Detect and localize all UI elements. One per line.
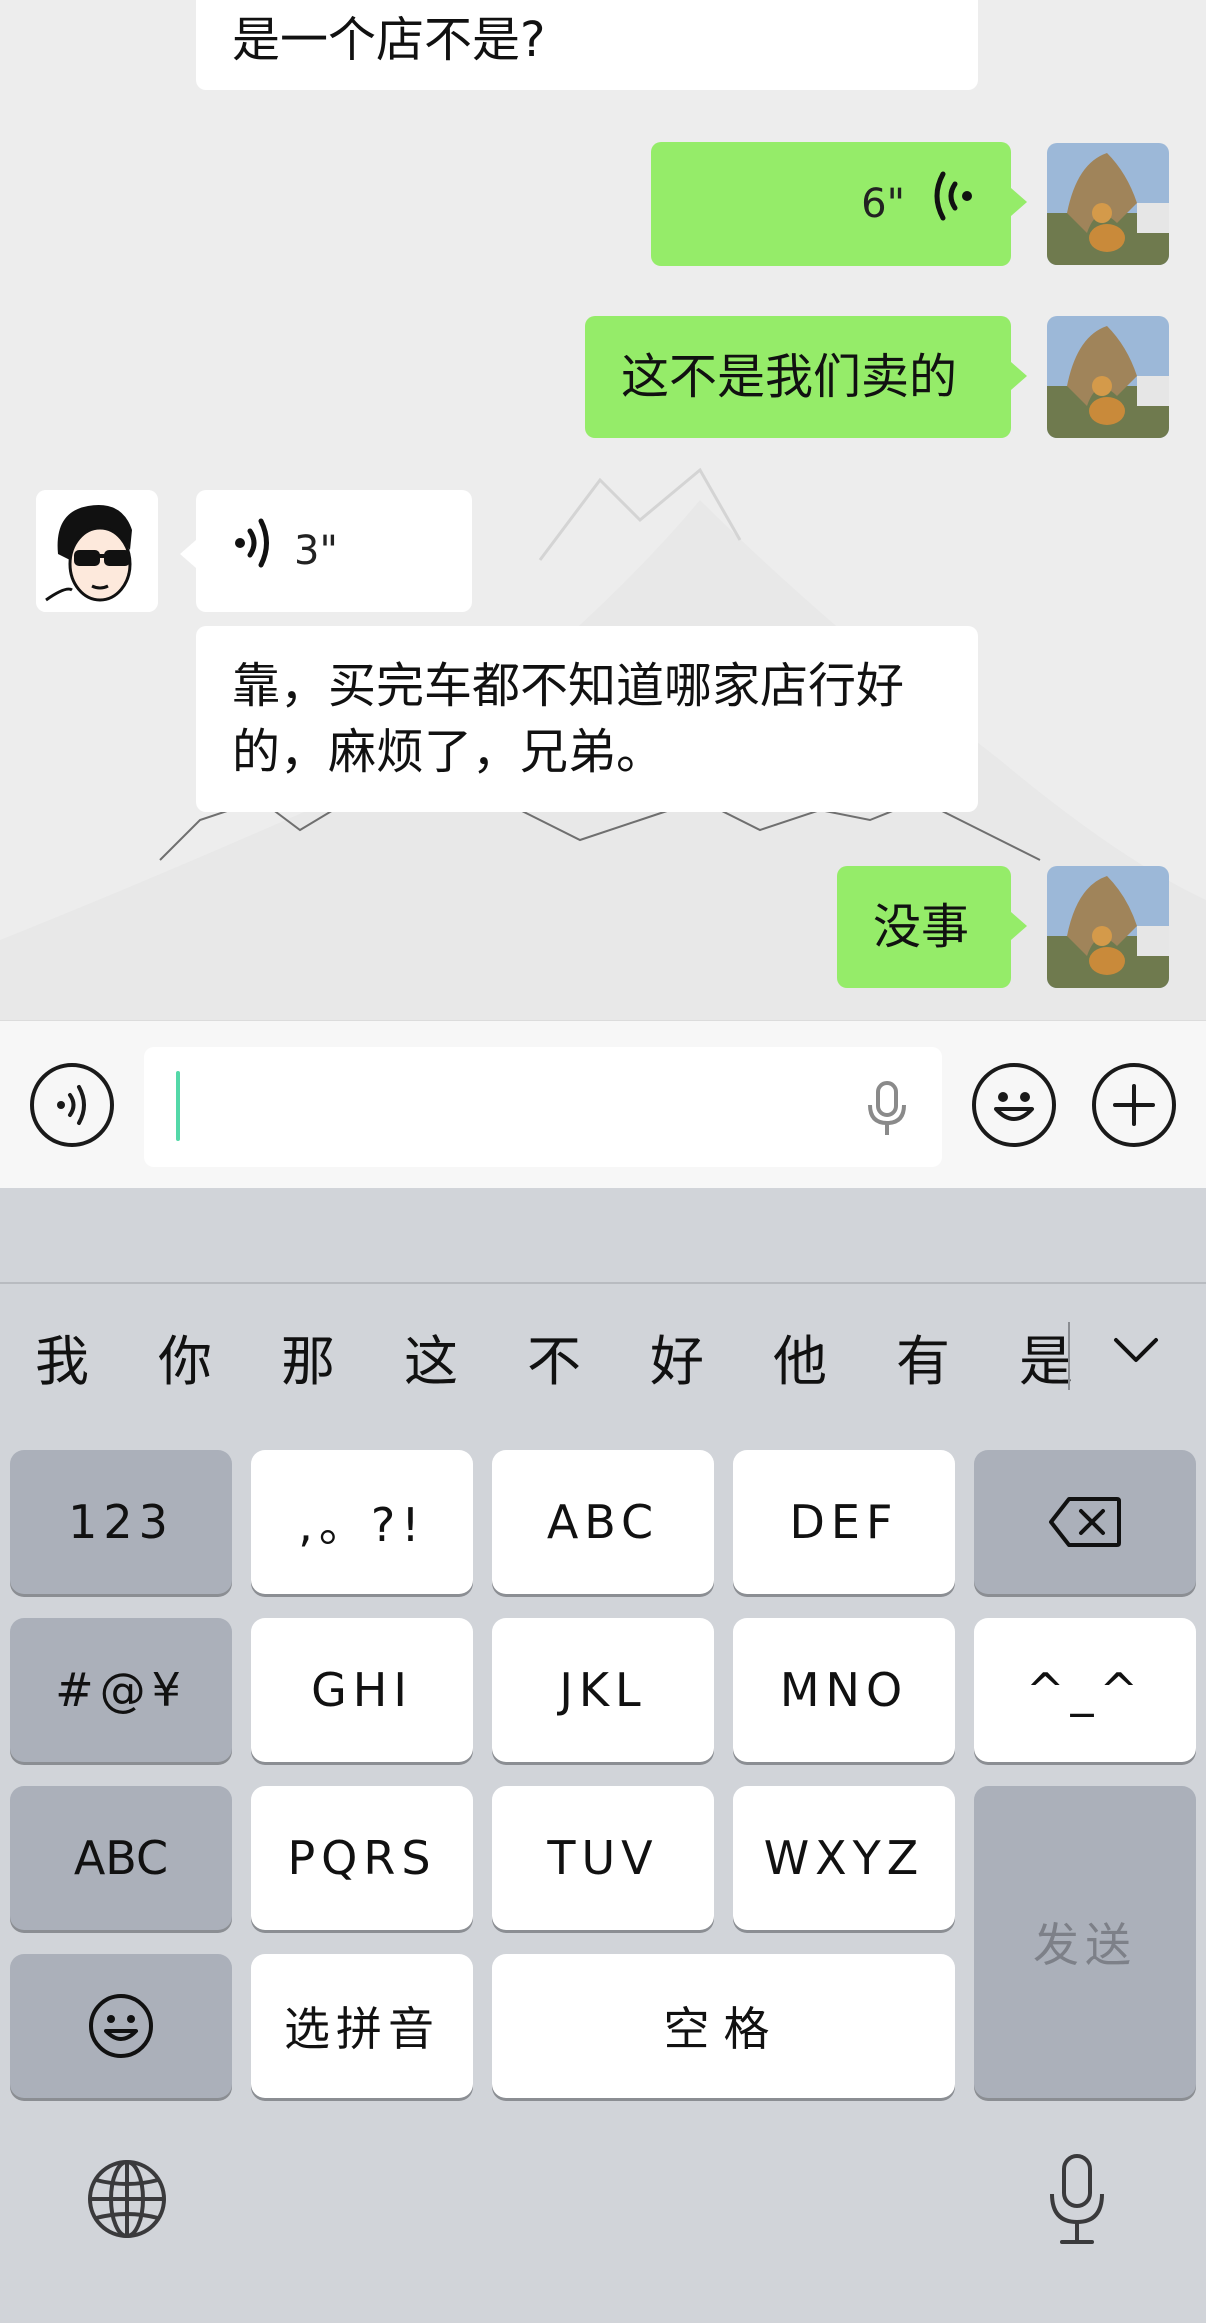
keyboard: 我 你 那 这 不 好 他 有 是 123 ,。?! ABC DEF #@¥ G… [0, 1188, 1206, 2323]
key-tuv[interactable]: TUV [492, 1786, 714, 1930]
message-text: 没事 [873, 899, 970, 955]
key-label: 123 [68, 1495, 174, 1549]
message-bubble-incoming[interactable]: 靠，买完车都不知道哪家店行好 的，麻烦了，兄弟。 [196, 626, 978, 812]
key-label: 选拼音 [284, 2002, 440, 2056]
candidate-word[interactable]: 好 [627, 1286, 727, 1426]
key-emoji[interactable] [10, 1954, 232, 2098]
key-label: 空格 [663, 2002, 784, 2056]
message-bubble-outgoing[interactable]: 没事 [837, 866, 1027, 988]
key-ghi[interactable]: GHI [251, 1618, 473, 1762]
voice-message-incoming[interactable]: 3" [180, 490, 472, 612]
key-space[interactable]: 空格 [492, 1954, 955, 2098]
key-abc[interactable]: ABC [492, 1450, 714, 1594]
message-text: 这不是我们卖的 [621, 349, 958, 405]
key-label: #@¥ [55, 1663, 187, 1717]
candidate-word[interactable]: 我 [12, 1286, 112, 1426]
key-backspace[interactable] [974, 1450, 1196, 1594]
key-select-pinyin[interactable]: 选拼音 [251, 1954, 473, 2098]
more-options-button[interactable] [1092, 1063, 1176, 1147]
chat-input-bar [0, 1020, 1206, 1188]
key-numbers[interactable]: 123 [10, 1450, 232, 1594]
key-label: DEF [789, 1495, 899, 1549]
key-send[interactable]: 发送 [974, 1786, 1196, 2098]
backspace-icon [1049, 1497, 1121, 1547]
emoji-face-icon [89, 1994, 153, 2058]
voice-duration: 6" [861, 181, 905, 227]
key-def[interactable]: DEF [733, 1450, 955, 1594]
chat-background-illustration [0, 467, 1206, 1020]
candidate-word[interactable]: 这 [381, 1286, 481, 1426]
voice-duration: 3" [294, 528, 338, 574]
globe-icon [88, 2160, 166, 2238]
my-avatar[interactable] [1047, 866, 1169, 988]
voice-message-outgoing[interactable]: 6" [651, 142, 1027, 266]
message-text-line: 靠，买完车都不知道哪家店行好 [232, 658, 905, 714]
chevron-down-icon [1114, 1338, 1158, 1362]
message-input[interactable] [144, 1047, 942, 1167]
chat-area[interactable]: 是一个店不是? 6" 这不是我们卖的 3" 靠，买完车都不知道哪家店行好 的，麻… [0, 0, 1206, 1020]
expand-candidates-button[interactable] [1106, 1330, 1166, 1374]
message-text: 是一个店不是? [232, 12, 546, 68]
candidate-word[interactable]: 他 [750, 1286, 850, 1426]
voice-wave-icon [232, 518, 272, 585]
key-label: ABC [546, 1495, 660, 1549]
my-avatar[interactable] [1047, 316, 1169, 438]
key-label: ABC [73, 1831, 169, 1885]
voice-wave-icon [931, 170, 975, 239]
candidate-word[interactable]: 不 [504, 1286, 604, 1426]
key-label: 发送 [1033, 1918, 1137, 1972]
switch-keyboard-button[interactable] [86, 2158, 168, 2244]
candidate-divider [1068, 1322, 1070, 1390]
key-label: GHI [311, 1663, 413, 1717]
key-kaomoji[interactable]: ^_^ [974, 1618, 1196, 1762]
microphone-icon[interactable] [862, 1081, 912, 1141]
plus-icon [1113, 1084, 1155, 1126]
dictation-button[interactable] [1046, 2154, 1108, 2250]
key-symbols[interactable]: #@¥ [10, 1618, 232, 1762]
candidate-bar: 我 你 那 这 不 好 他 有 是 [0, 1286, 1206, 1426]
voice-mode-button[interactable] [30, 1063, 114, 1147]
smiley-icon [994, 1092, 1034, 1121]
message-bubble-outgoing[interactable]: 这不是我们卖的 [585, 316, 1027, 438]
my-avatar[interactable] [1047, 143, 1169, 265]
key-label: PQRS [287, 1831, 437, 1885]
key-mno[interactable]: MNO [733, 1618, 955, 1762]
candidate-word[interactable]: 是 [996, 1286, 1096, 1426]
key-label: MNO [779, 1663, 909, 1717]
candidate-word[interactable]: 你 [135, 1286, 235, 1426]
microphone-icon [1050, 2154, 1104, 2244]
contact-avatar[interactable] [36, 490, 158, 612]
key-label: ,。?! [298, 1498, 426, 1552]
key-label: TUV [547, 1831, 659, 1885]
key-label: WXYZ [763, 1831, 925, 1885]
message-text-line: 的，麻烦了，兄弟。 [232, 724, 665, 780]
key-label: ^_^ [1025, 1663, 1145, 1717]
message-bubble-incoming[interactable]: 是一个店不是? [196, 0, 978, 90]
key-pqrs[interactable]: PQRS [251, 1786, 473, 1930]
candidate-word[interactable]: 有 [873, 1286, 973, 1426]
emoji-button[interactable] [972, 1063, 1056, 1147]
keyboard-top-strip [0, 1188, 1206, 1284]
text-caret [176, 1071, 180, 1141]
key-english-mode[interactable]: ABC [10, 1786, 232, 1930]
key-label: JKL [559, 1663, 647, 1717]
candidate-word[interactable]: 那 [258, 1286, 358, 1426]
key-punctuation[interactable]: ,。?! [251, 1450, 473, 1594]
voice-icon [57, 1085, 86, 1125]
key-jkl[interactable]: JKL [492, 1618, 714, 1762]
key-wxyz[interactable]: WXYZ [733, 1786, 955, 1930]
